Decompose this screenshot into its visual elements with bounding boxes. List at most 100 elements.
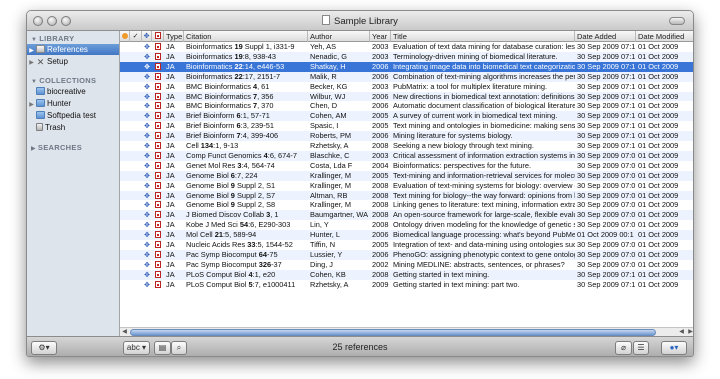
link-cell[interactable]: ✥ xyxy=(142,220,152,230)
link-cell[interactable]: ✥ xyxy=(142,230,152,240)
link-cell[interactable]: ✥ xyxy=(142,161,152,171)
table-row[interactable]: ✥ JA Comp Funct Genomics 4:6, 674-7 Blaschk… xyxy=(120,150,693,161)
library-section-header[interactable]: ▼ LIBRARY xyxy=(31,34,74,43)
sidebar-item-hunter[interactable]: ▶ Hunter xyxy=(27,98,119,109)
flag-cell[interactable] xyxy=(120,82,130,92)
link-cell[interactable]: ✥ xyxy=(142,92,152,102)
pdf-cell[interactable] xyxy=(152,200,164,210)
link-cell[interactable]: ✥ xyxy=(142,131,152,141)
table-row[interactable]: ✥ JA Genet Mol Res 3:4, 564-74 Costa, Lda F… xyxy=(120,161,693,171)
table-row[interactable]: ✥ JA Cell 134:1, 9-13 Rzhetsky, A 2008 Seekin… xyxy=(120,141,693,151)
table-row[interactable]: ✥ JA BMC Bioinformatics 7, 370 Chen, D 2006 A… xyxy=(120,101,693,111)
flag-cell[interactable] xyxy=(120,181,130,191)
flag-cell[interactable] xyxy=(130,181,142,191)
pdf-cell[interactable] xyxy=(152,131,164,141)
flag-cell[interactable] xyxy=(130,111,142,121)
flag-cell[interactable] xyxy=(130,72,142,82)
scrollbar-thumb[interactable] xyxy=(130,329,656,336)
pdf-cell[interactable] xyxy=(152,260,164,270)
sidebar-item-setup[interactable]: ▶ ✕ Setup xyxy=(27,56,119,67)
column-header-flag[interactable]: ✓ xyxy=(130,31,142,42)
table-row[interactable]: ✥ JA BMC Bioinformatics 4, 61 Becker, KG 200… xyxy=(120,82,693,92)
table-row[interactable]: ✥ JA Genome Biol 6:7, 224 Krallinger, M 2005… xyxy=(120,170,693,181)
flag-cell[interactable] xyxy=(120,121,130,131)
link-cell[interactable]: ✥ xyxy=(142,62,152,72)
flag-cell[interactable] xyxy=(130,42,142,52)
detail-view-button[interactable]: ☰ xyxy=(633,341,649,355)
link-cell[interactable]: ✥ xyxy=(142,270,152,280)
pdf-cell[interactable] xyxy=(152,72,164,82)
flag-cell[interactable] xyxy=(130,131,142,141)
sidebar-item-biocreative[interactable]: biocreative xyxy=(27,86,119,97)
sidebar-item-trash[interactable]: Trash xyxy=(27,122,119,133)
table-row[interactable]: ✥ JA Bioinformatics 19 Suppl 1, i331-9 Yeh,… xyxy=(120,42,693,52)
flag-cell[interactable] xyxy=(120,111,130,121)
flag-cell[interactable] xyxy=(120,141,130,151)
column-header-author[interactable]: Author xyxy=(308,31,370,42)
link-cell[interactable]: ✥ xyxy=(142,121,152,131)
pdf-cell[interactable] xyxy=(152,270,164,280)
table-row[interactable]: ✥ JA Mol Cell 21:5, 589-94 Hunter, L 2006 Bio… xyxy=(120,230,693,240)
column-header-type[interactable]: Type xyxy=(164,31,184,42)
flag-cell[interactable] xyxy=(130,250,142,260)
table-row[interactable]: ✥ JA Brief Bioinform 7:4, 399-406 Roberts, … xyxy=(120,131,693,141)
sidebar-item-references[interactable]: ▶ References xyxy=(27,44,119,55)
column-header-pdf[interactable] xyxy=(152,31,164,42)
link-cell[interactable]: ✥ xyxy=(142,200,152,210)
flag-cell[interactable] xyxy=(130,92,142,102)
flag-cell[interactable] xyxy=(130,200,142,210)
link-cell[interactable]: ✥ xyxy=(142,42,152,52)
flag-cell[interactable] xyxy=(130,161,142,171)
column-header-status[interactable] xyxy=(120,31,130,42)
table-row[interactable]: ✥ JA Pac Symp Biocomput 64-75 Lussier, Y 200… xyxy=(120,249,693,260)
attach-file-button[interactable]: ⌀ xyxy=(615,341,632,355)
flag-cell[interactable] xyxy=(130,62,142,72)
flag-cell[interactable] xyxy=(120,191,130,201)
table-row[interactable]: ✥ JA Nucleic Acids Res 33:5, 1544-52 Tiffin… xyxy=(120,240,693,250)
flag-cell[interactable] xyxy=(130,121,142,131)
flag-cell[interactable] xyxy=(130,151,142,161)
flag-cell[interactable] xyxy=(120,230,130,240)
column-header-title[interactable]: Title xyxy=(391,31,575,42)
pdf-cell[interactable] xyxy=(152,82,164,92)
flag-cell[interactable] xyxy=(130,52,142,62)
table-row[interactable]: ✥ JA Kobe J Med Sci 54:6, E290-303 Lin, Y 20… xyxy=(120,220,693,230)
flag-cell[interactable] xyxy=(120,92,130,102)
pdf-cell[interactable] xyxy=(152,181,164,191)
flag-cell[interactable] xyxy=(120,270,130,280)
flag-cell[interactable] xyxy=(120,200,130,210)
link-cell[interactable]: ✥ xyxy=(142,111,152,121)
flag-cell[interactable] xyxy=(130,191,142,201)
table-row[interactable]: ✥ JA Genome Biol 9 Suppl 2, S7 Altman, RB 20… xyxy=(120,190,693,201)
flag-cell[interactable] xyxy=(130,240,142,250)
pdf-cell[interactable] xyxy=(152,240,164,250)
pdf-cell[interactable] xyxy=(152,121,164,131)
table-row[interactable]: ✥ JA Genome Biol 9 Suppl 2, S1 Krallinger, … xyxy=(120,181,693,191)
flag-cell[interactable] xyxy=(130,210,142,220)
table-row[interactable]: ✥ JA J Biomed Discov Collab 3, 1 Baumgartne… xyxy=(120,210,693,221)
link-cell[interactable]: ✥ xyxy=(142,260,152,270)
link-cell[interactable]: ✥ xyxy=(142,141,152,151)
flag-cell[interactable] xyxy=(130,141,142,151)
column-header-date-added[interactable]: Date Added xyxy=(575,31,636,42)
flag-cell[interactable] xyxy=(120,131,130,141)
flag-cell[interactable] xyxy=(120,210,130,220)
horizontal-scrollbar[interactable]: ◀ ◀ ▶ xyxy=(120,327,693,336)
link-cell[interactable]: ✥ xyxy=(142,240,152,250)
pdf-cell[interactable] xyxy=(152,220,164,230)
disclosure-arrow-icon[interactable]: ▶ xyxy=(27,58,36,69)
pdf-cell[interactable] xyxy=(152,101,164,111)
pdf-cell[interactable] xyxy=(152,230,164,240)
link-cell[interactable]: ✥ xyxy=(142,250,152,260)
pdf-cell[interactable] xyxy=(152,141,164,151)
flag-cell[interactable] xyxy=(120,101,130,111)
pdf-cell[interactable] xyxy=(152,52,164,62)
flag-cell[interactable] xyxy=(130,230,142,240)
column-header-citation[interactable]: Citation xyxy=(184,31,308,42)
pdf-cell[interactable] xyxy=(152,161,164,171)
flag-cell[interactable] xyxy=(120,62,130,72)
flag-cell[interactable] xyxy=(120,220,130,230)
link-cell[interactable]: ✥ xyxy=(142,101,152,111)
flag-cell[interactable] xyxy=(120,161,130,171)
table-row[interactable]: ✥ JA Pac Symp Biocomput 326-37 Ding, J 2002 M… xyxy=(120,260,693,270)
